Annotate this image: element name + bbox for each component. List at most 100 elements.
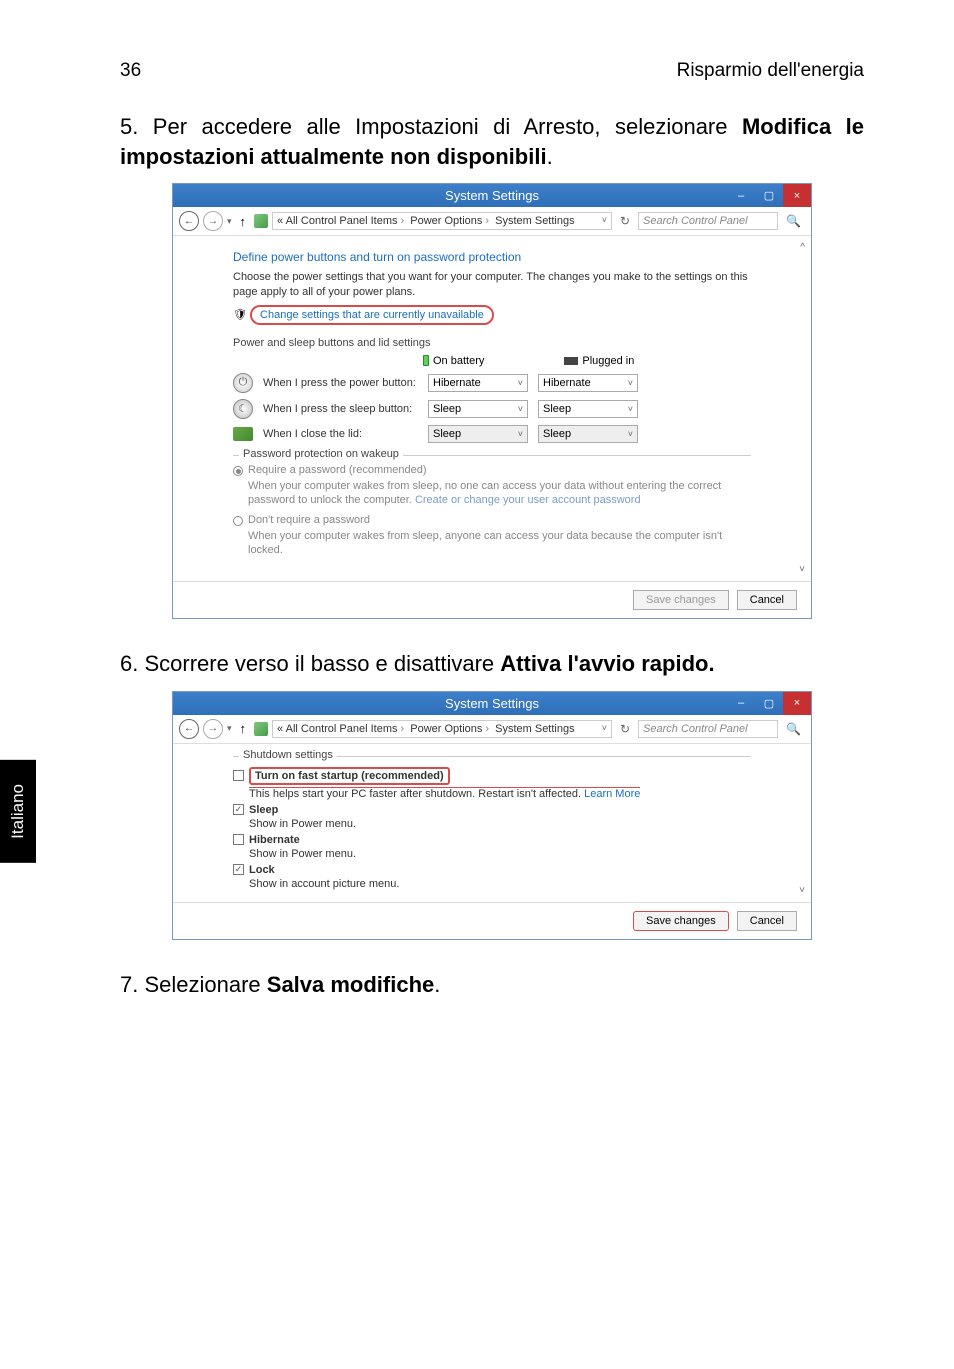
chevron-down-icon: ˅ [518, 404, 523, 414]
breadcrumb[interactable]: « All Control Panel Items› Power Options… [272, 212, 612, 230]
lock-checkbox-desc: Show in account picture menu. [249, 878, 751, 890]
step-5-prefix: 5. Per accedere alle Impostazioni di Arr… [120, 114, 742, 139]
sidebar-language-tab: Italiano [0, 760, 36, 863]
step-7-bold: Salva modifiche [267, 972, 435, 997]
control-panel-icon [254, 722, 268, 736]
require-password-desc: When your computer wakes from sleep, no … [248, 479, 751, 508]
control-panel-icon [254, 214, 268, 228]
power-battery-select[interactable]: Hibernate˅ [428, 374, 528, 392]
fast-startup-checkbox[interactable] [233, 770, 244, 781]
scrollbar-up-arrow[interactable]: ^ [800, 242, 805, 253]
document-title: Risparmio dell'energia [677, 60, 864, 82]
step-6-text: 6. Scorrere verso il basso e disattivare… [120, 649, 864, 679]
scrollbar-down-arrow[interactable]: ˅ [799, 885, 805, 896]
refresh-button[interactable]: ↻ [616, 722, 634, 736]
maximize-button[interactable]: ▢ [755, 692, 783, 715]
search-input[interactable]: Search Control Panel [638, 212, 778, 230]
lid-battery-select[interactable]: Sleep˅ [428, 425, 528, 443]
sleep-checkbox-label: Sleep [249, 804, 278, 816]
intro-text: Choose the power settings that you want … [233, 270, 751, 299]
sleep-button-icon: ☾ [233, 399, 253, 419]
forward-button[interactable]: → [203, 211, 223, 231]
sleep-plugged-select[interactable]: Sleep˅ [538, 400, 638, 418]
no-password-desc: When your computer wakes from sleep, any… [248, 529, 751, 558]
require-password-radio[interactable] [233, 466, 243, 476]
col-plugged-in: Plugged in [582, 355, 634, 367]
battery-icon [423, 355, 429, 366]
window-titlebar: System Settings – ▢ × [173, 692, 811, 715]
nav-bar: ← → ▾ ↑ « All Control Panel Items› Power… [173, 207, 811, 236]
fast-startup-label: Turn on fast startup (recommended) [249, 767, 450, 785]
history-dropdown-icon[interactable]: ▾ [227, 216, 232, 227]
step-5-text: 5. Per accedere alle Impostazioni di Arr… [120, 112, 864, 171]
fast-startup-desc: This helps start your PC faster after sh… [249, 787, 640, 800]
hibernate-checkbox-label: Hibernate [249, 834, 300, 846]
step-7-suffix: . [434, 972, 440, 997]
step-5-suffix: . [547, 144, 553, 169]
screenshot-system-settings-1: System Settings – ▢ × ← → ▾ ↑ « All Cont… [172, 183, 812, 619]
search-icon[interactable]: 🔍 [782, 214, 805, 228]
history-dropdown-icon[interactable]: ▾ [227, 723, 232, 734]
sleep-button-label: When I press the sleep button: [263, 403, 418, 415]
scrollbar-down-arrow[interactable]: ˅ [799, 564, 805, 575]
shutdown-settings-section: Shutdown settings Turn on fast startup (… [233, 756, 751, 890]
power-button-icon: ⏻ [233, 373, 253, 393]
back-button[interactable]: ← [179, 719, 199, 739]
save-changes-button[interactable]: Save changes [633, 911, 729, 931]
sleep-battery-select[interactable]: Sleep˅ [428, 400, 528, 418]
window-titlebar: System Settings – ▢ × [173, 184, 811, 207]
window-title: System Settings [445, 188, 539, 203]
learn-more-link[interactable]: Learn More [584, 788, 640, 800]
chevron-down-icon: ˅ [628, 378, 633, 388]
chevron-down-icon: ˅ [518, 429, 523, 439]
breadcrumb[interactable]: « All Control Panel Items› Power Options… [272, 720, 612, 738]
page-header: 36 Risparmio dell'energia [120, 60, 864, 82]
cancel-button[interactable]: Cancel [737, 911, 797, 931]
sleep-checkbox-desc: Show in Power menu. [249, 818, 751, 830]
back-button[interactable]: ← [179, 211, 199, 231]
forward-button[interactable]: → [203, 719, 223, 739]
maximize-button[interactable]: ▢ [755, 184, 783, 207]
minimize-button[interactable]: – [727, 692, 755, 715]
screenshot-system-settings-2: System Settings – ▢ × ← → ▾ ↑ « All Cont… [172, 691, 812, 940]
hibernate-checkbox[interactable] [233, 834, 244, 845]
col-on-battery: On battery [433, 355, 484, 367]
search-icon[interactable]: 🔍 [782, 722, 805, 736]
shutdown-settings-legend: Shutdown settings [239, 749, 337, 761]
hibernate-checkbox-desc: Show in Power menu. [249, 848, 751, 860]
page-number: 36 [120, 60, 141, 82]
minimize-button[interactable]: – [727, 184, 755, 207]
page-heading: Define power buttons and turn on passwor… [233, 250, 751, 264]
lid-plugged-select[interactable]: Sleep˅ [538, 425, 638, 443]
change-settings-link[interactable]: Change settings that are currently unava… [250, 305, 494, 325]
no-password-label: Don't require a password [248, 514, 370, 526]
require-password-label: Require a password (recommended) [248, 464, 427, 476]
step-6-prefix: 6. Scorrere verso il basso e disattivare [120, 651, 500, 676]
close-button[interactable]: × [783, 184, 811, 207]
up-button[interactable]: ↑ [236, 721, 251, 736]
power-sleep-lid-legend: Power and sleep buttons and lid settings [233, 337, 751, 349]
nav-bar: ← → ▾ ↑ « All Control Panel Items› Power… [173, 715, 811, 744]
close-button[interactable]: × [783, 692, 811, 715]
chevron-down-icon: ˅ [628, 404, 633, 414]
plug-icon [564, 357, 578, 365]
step-7-text: 7. Selezionare Salva modifiche. [120, 970, 864, 1000]
cancel-button[interactable]: Cancel [737, 590, 797, 610]
lock-checkbox-label: Lock [249, 864, 275, 876]
chevron-down-icon: ˅ [628, 429, 633, 439]
password-protection-legend: Password protection on wakeup [239, 448, 403, 460]
step-7-prefix: 7. Selezionare [120, 972, 267, 997]
search-input[interactable]: Search Control Panel [638, 720, 778, 738]
lock-checkbox[interactable] [233, 864, 244, 875]
shield-icon: 🛡 [233, 309, 247, 321]
step-6-bold: Attiva l'avvio rapido. [500, 651, 714, 676]
sleep-checkbox[interactable] [233, 804, 244, 815]
power-plugged-select[interactable]: Hibernate˅ [538, 374, 638, 392]
no-password-radio[interactable] [233, 516, 243, 526]
up-button[interactable]: ↑ [236, 214, 251, 229]
save-changes-button[interactable]: Save changes [633, 590, 729, 610]
create-password-link[interactable]: Create or change your user account passw… [415, 494, 641, 506]
lid-label: When I close the lid: [263, 428, 418, 440]
chevron-down-icon: ˅ [518, 378, 523, 388]
refresh-button[interactable]: ↻ [616, 214, 634, 228]
